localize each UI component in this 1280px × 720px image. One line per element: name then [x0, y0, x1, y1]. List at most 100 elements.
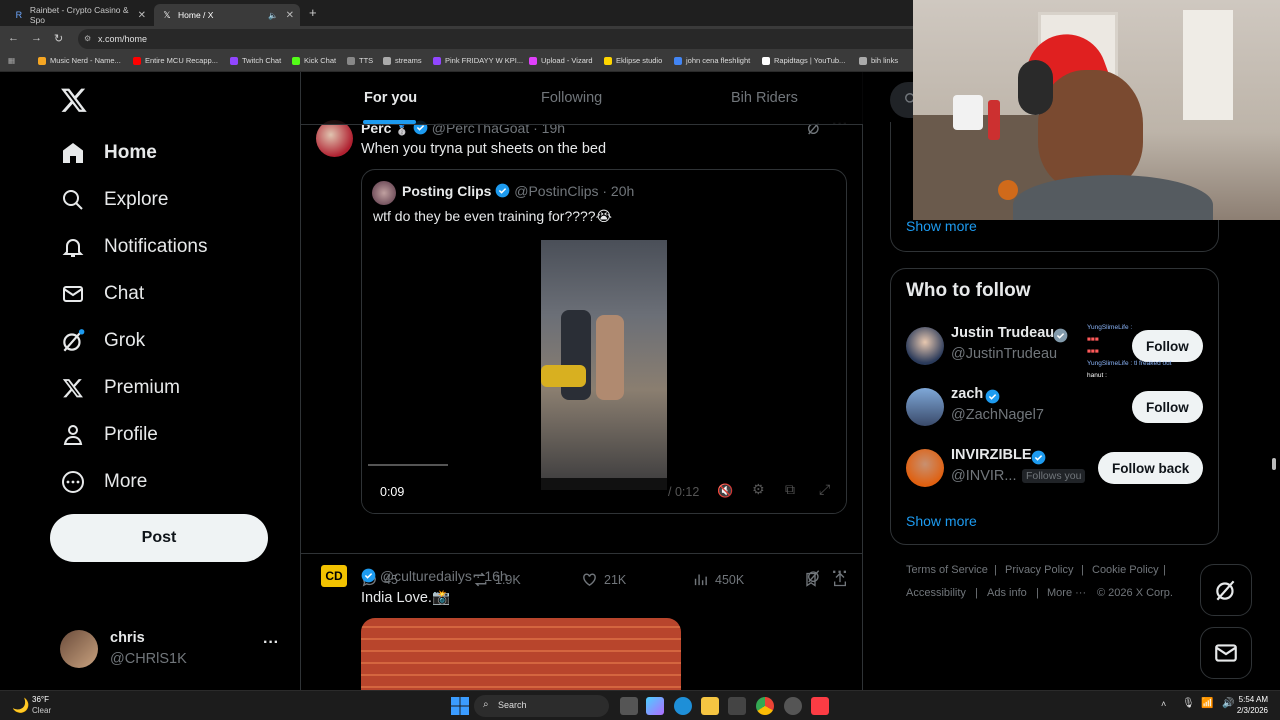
bookmark-item[interactable]: TTS — [347, 56, 373, 65]
sidebar-item-grok[interactable]: Grok — [60, 321, 145, 361]
footer-accessibility-link[interactable]: Accessibility — [906, 587, 966, 599]
page-scrollbar[interactable] — [1272, 458, 1276, 470]
footer-divider: | — [1081, 564, 1084, 576]
speaker-icon[interactable]: 🔈 — [268, 11, 278, 20]
quote-tweet[interactable]: Posting Clips @PostinClips · 20h wtf do … — [361, 169, 847, 514]
account-switcher[interactable]: chris @CHRlS1K ··· — [60, 624, 290, 672]
twitch-icon — [230, 56, 238, 65]
close-tab-icon[interactable]: ✕ — [138, 10, 146, 21]
store-icon[interactable] — [728, 697, 746, 715]
tab-following[interactable]: Following — [541, 90, 602, 106]
bookmark-item[interactable]: Upload - Vizard — [529, 56, 593, 65]
streamer-face — [1038, 70, 1143, 190]
pad-object — [541, 365, 586, 387]
browser-tab-x-home[interactable]: 𝕏 Home / X 🔈 ✕ — [154, 4, 300, 26]
more-options-icon[interactable]: ··· — [832, 564, 848, 582]
microphone-icon[interactable]: 🎙 — [1182, 698, 1195, 709]
bookmark-item[interactable]: Kick Chat — [292, 56, 336, 65]
fullscreen-icon[interactable]: ⤢ — [819, 481, 830, 498]
active-tab-indicator — [363, 120, 416, 124]
bookmark-item[interactable]: Eklipse studio — [604, 56, 662, 65]
app-icon[interactable] — [784, 697, 802, 715]
sidebar-item-home[interactable]: Home — [60, 133, 157, 173]
bookmark-item[interactable]: bih links — [859, 56, 898, 65]
footer-terms-link[interactable]: Terms of Service — [906, 564, 988, 576]
chevron-up-icon[interactable]: ˄ — [1161, 699, 1166, 709]
bookmark-item[interactable]: Entire MCU Recapp... — [133, 56, 218, 65]
follow-suggestion[interactable]: zach @ZachNagel7 Follow — [891, 380, 1218, 438]
back-icon[interactable]: ← — [8, 32, 19, 44]
settings-icon[interactable]: ⚙ — [752, 481, 765, 498]
tweet-time[interactable]: · 16h — [476, 568, 508, 584]
avatar — [372, 181, 396, 205]
bookmark-item[interactable]: Twitch Chat — [230, 56, 281, 65]
who-to-follow-title: Who to follow — [906, 280, 1031, 301]
person-figure — [596, 315, 624, 400]
follow-suggestion[interactable]: INVIRZIBLE @INVIR... Follows you Follow … — [891, 441, 1218, 499]
footer-cookie-link[interactable]: Cookie Policy — [1092, 564, 1159, 576]
footer-ads-link[interactable]: Ads info — [987, 587, 1027, 599]
file-explorer-icon[interactable] — [701, 697, 719, 715]
windows-start-icon[interactable] — [451, 697, 469, 715]
grok-floating-button[interactable] — [1200, 564, 1252, 616]
pip-icon[interactable]: ⧉ — [785, 481, 795, 498]
video-player[interactable]: 0:09 / 0:12 🔇 ⚙ ⧉ ⤢ — [362, 240, 846, 513]
reload-icon[interactable]: ↻ — [54, 32, 63, 45]
bookmark-item[interactable]: streams — [383, 56, 422, 65]
task-view-icon[interactable] — [620, 697, 638, 715]
clock-date[interactable]: 2/3/2026 — [1232, 706, 1268, 715]
footer-more-link[interactable]: More ··· — [1047, 587, 1086, 599]
close-tab-icon[interactable]: ✕ — [286, 10, 294, 21]
footer-privacy-link[interactable]: Privacy Policy — [1005, 564, 1073, 576]
chrome-icon[interactable] — [756, 697, 774, 715]
new-tab-icon[interactable]: + — [309, 5, 317, 20]
x-logo-icon[interactable] — [60, 86, 88, 114]
follows-you-badge: Follows you — [1022, 469, 1086, 483]
avatar — [906, 449, 944, 487]
bookmark-item[interactable]: Pink FRIDAYY W KPI... — [433, 56, 523, 65]
music-icon[interactable] — [811, 697, 829, 715]
sidebar-item-more[interactable]: More — [60, 462, 147, 502]
forward-icon[interactable]: → — [31, 32, 42, 44]
rainbet-favicon-icon: R — [15, 10, 23, 20]
bookmark-item[interactable]: Rapidtags | YouTub... — [762, 56, 845, 65]
trends-show-more-link[interactable]: Show more — [906, 218, 977, 234]
bookmark-item[interactable]: john cena fleshlight — [674, 56, 750, 65]
sidebar-item-premium[interactable]: Premium — [60, 368, 180, 408]
account-more-icon[interactable]: ··· — [263, 634, 279, 652]
tweet[interactable]: Perc 🥈 @PercThaGoat · 19h ··· When you t… — [301, 116, 863, 587]
video-progress-bar[interactable] — [368, 464, 448, 466]
follow-back-button[interactable]: Follow back — [1098, 452, 1204, 484]
sidebar-item-notifications[interactable]: Notifications — [60, 227, 208, 267]
follow-button[interactable]: Follow — [1132, 391, 1203, 423]
author-handle[interactable]: @culturedailys — [380, 568, 472, 584]
tab-for-you[interactable]: For you — [364, 90, 417, 106]
post-button[interactable]: Post — [50, 514, 268, 562]
mute-icon[interactable]: 🔇 — [717, 483, 733, 499]
sidebar-item-profile[interactable]: Profile — [60, 415, 158, 455]
grok-icon[interactable] — [806, 568, 822, 589]
tweet-image[interactable] — [361, 618, 681, 690]
grok-icon — [60, 328, 86, 354]
bell-icon — [60, 234, 86, 260]
quote-author-name: Posting Clips — [402, 183, 492, 199]
url-field[interactable]: ⚙ x.com/home — [78, 29, 928, 49]
messages-floating-button[interactable] — [1200, 627, 1252, 679]
who-to-follow-show-more-link[interactable]: Show more — [906, 513, 977, 529]
sidebar-item-chat[interactable]: Chat — [60, 274, 144, 314]
site-info-icon[interactable]: ⚙ — [84, 29, 91, 49]
clock-time[interactable]: 5:54 AM — [1236, 695, 1268, 704]
bookmark-item[interactable]: Music Nerd - Name... — [38, 56, 121, 65]
os-taskbar: 🌙 36°F Clear ⌕ Search ˄ 🎙 📶 🔊 5:54 AM 2/… — [0, 690, 1280, 720]
wifi-icon[interactable]: 📶 — [1201, 698, 1213, 709]
tweet[interactable]: CD @culturedailys · 16h ··· India Love.📸 — [301, 555, 863, 690]
tab-bih-riders[interactable]: Bih Riders — [731, 90, 798, 106]
browser-tab-rainbet[interactable]: R Rainbet - Crypto Casino & Spo ✕ — [6, 4, 152, 26]
sidebar-item-explore[interactable]: Explore — [60, 180, 168, 220]
apps-icon[interactable]: ▦ — [8, 56, 15, 65]
edge-icon[interactable] — [674, 697, 692, 715]
copilot-icon[interactable] — [646, 697, 664, 715]
tab-label: Rainbet - Crypto Casino & Spo — [29, 5, 129, 25]
verified-badge-icon — [985, 389, 1000, 404]
taskbar-search[interactable]: ⌕ Search — [474, 695, 609, 717]
